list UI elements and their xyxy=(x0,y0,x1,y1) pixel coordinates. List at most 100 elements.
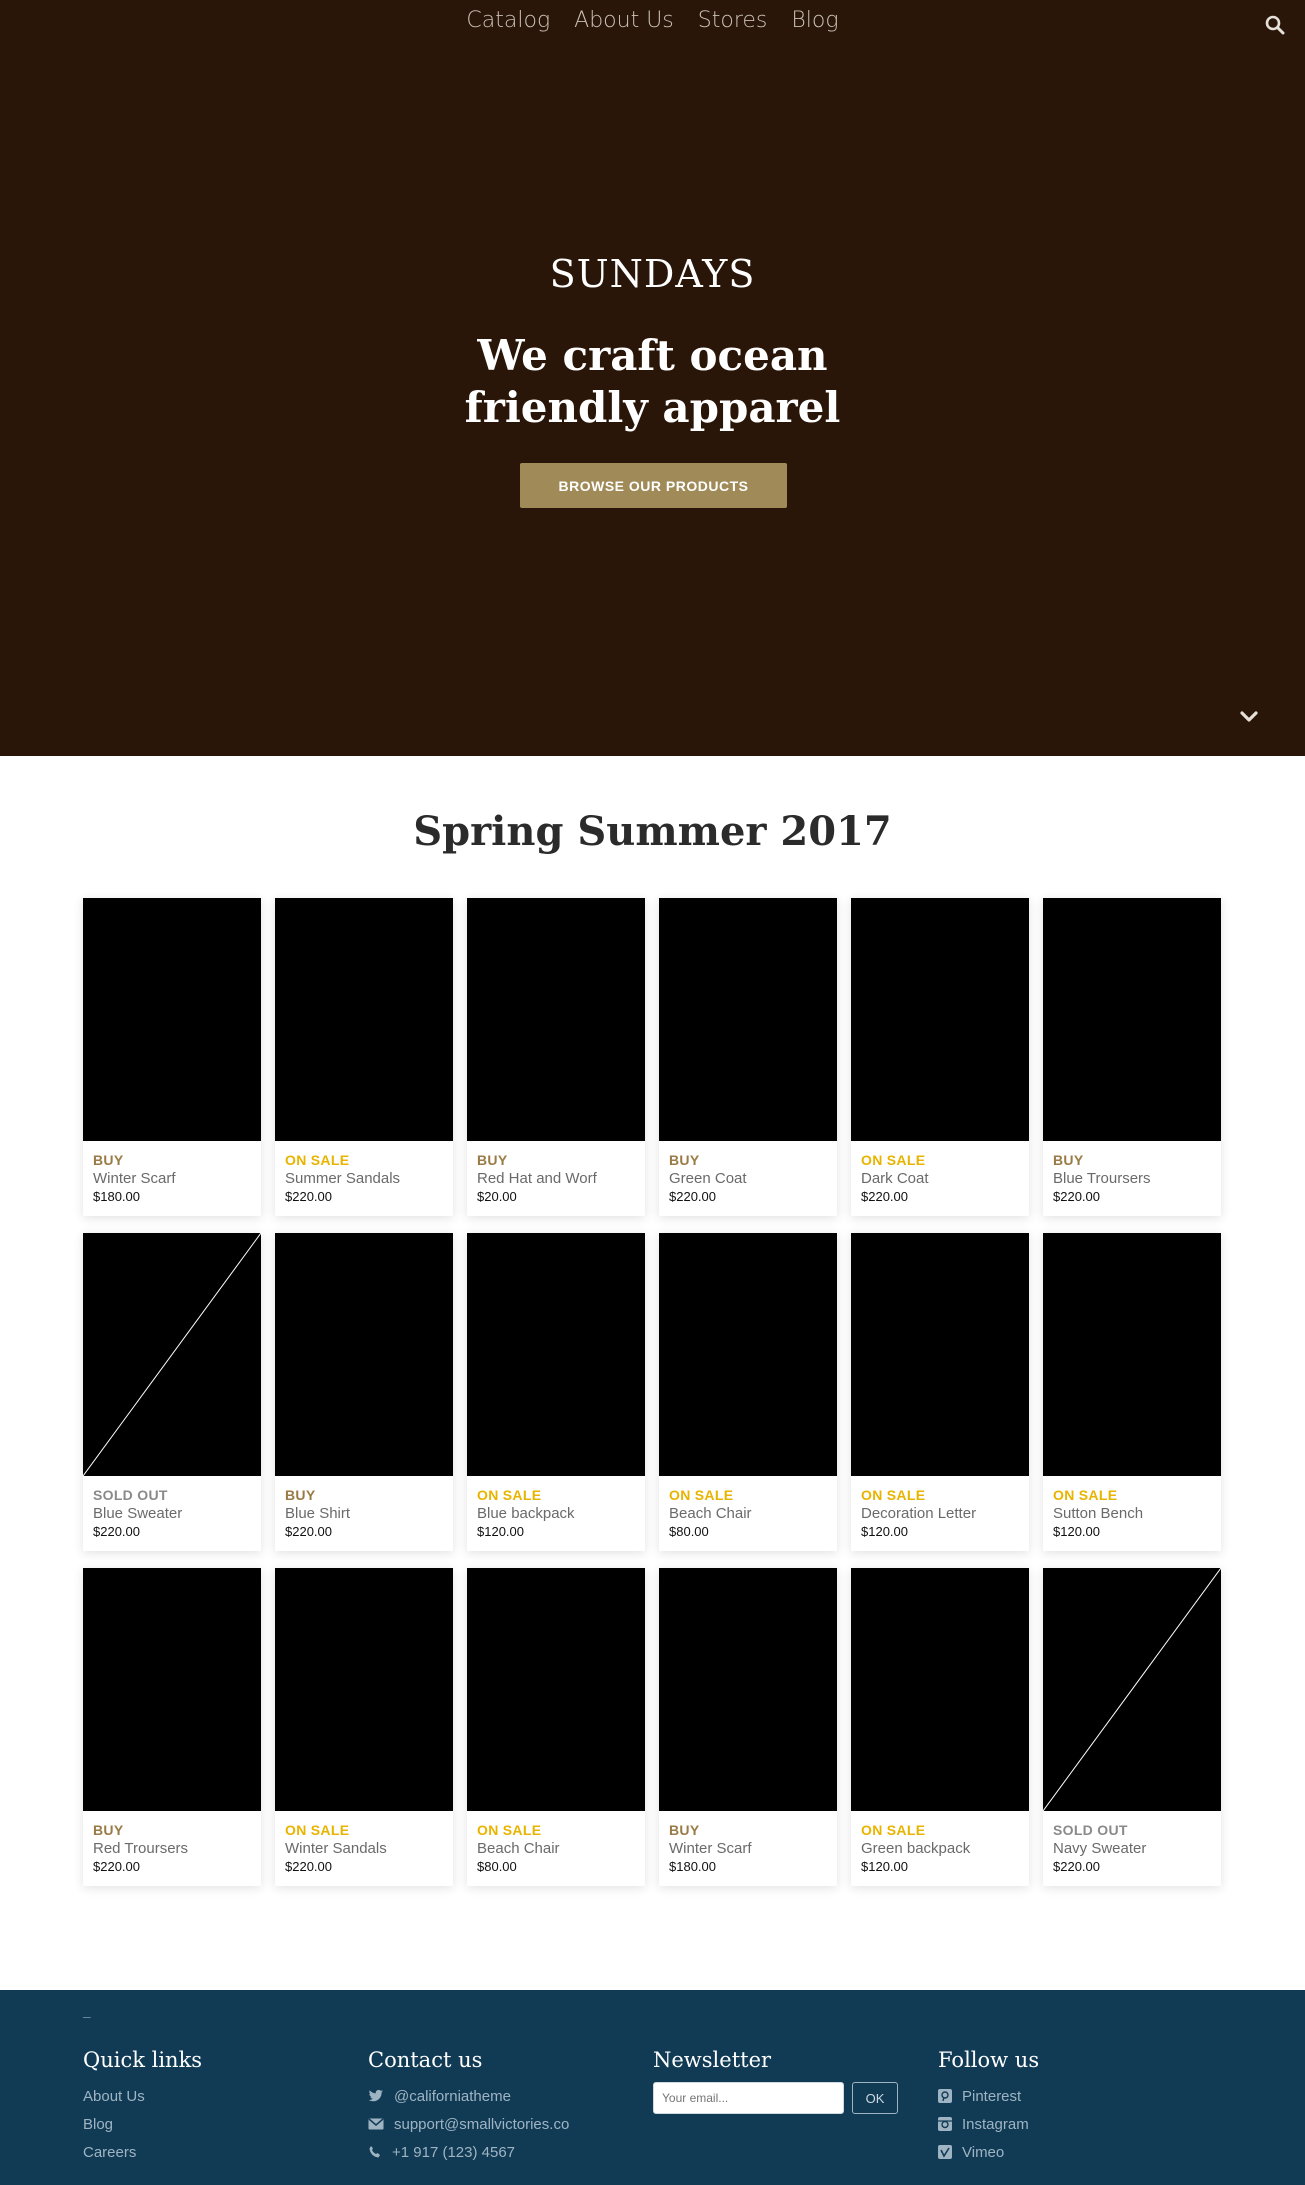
product-name[interactable]: Summer Sandals xyxy=(285,1170,400,1187)
product-status[interactable]: BUY xyxy=(93,1152,123,1168)
pinterest-label: Pinterest xyxy=(962,2087,1022,2105)
collection-title: Spring Summer 2017 xyxy=(413,808,892,855)
product-name[interactable]: Beach Chair xyxy=(669,1505,752,1522)
product-status[interactable]: BUY xyxy=(477,1152,507,1168)
product-status[interactable]: BUY xyxy=(93,1822,123,1838)
nav-blog[interactable]: Blog xyxy=(791,8,838,33)
product-price: $220.00 xyxy=(1053,1859,1100,1874)
product-image[interactable] xyxy=(275,1233,453,1476)
contact-twitter[interactable]: @californiatheme xyxy=(368,2082,569,2110)
product-name[interactable]: Dark Coat xyxy=(861,1170,929,1187)
product-image[interactable] xyxy=(275,898,453,1141)
product-card[interactable]: ON SALE Green backpack $120.00 xyxy=(851,1568,1029,1886)
product-image-placeholder[interactable] xyxy=(83,1233,261,1476)
nav-about-us[interactable]: About Us xyxy=(574,8,674,33)
product-card[interactable]: BUY Blue Shirt $220.00 xyxy=(275,1233,453,1551)
product-price: $120.00 xyxy=(1053,1524,1100,1539)
product-name[interactable]: Red Hat and Worf xyxy=(477,1170,597,1187)
footer-link-careers[interactable]: Careers xyxy=(83,2138,202,2166)
product-status[interactable]: ON SALE xyxy=(669,1487,733,1503)
newsletter-column: Newsletter OK xyxy=(653,2048,898,2114)
product-image[interactable] xyxy=(83,1568,261,1811)
product-name[interactable]: Red Troursers xyxy=(93,1840,188,1857)
nav-stores[interactable]: Stores xyxy=(698,8,768,33)
product-status[interactable]: ON SALE xyxy=(861,1822,925,1838)
product-status[interactable]: BUY xyxy=(285,1487,315,1503)
product-card[interactable]: ON SALE Decoration Letter $120.00 xyxy=(851,1233,1029,1551)
product-card[interactable]: ON SALE Summer Sandals $220.00 xyxy=(275,898,453,1216)
contact-email[interactable]: support@smallvictories.co xyxy=(368,2110,569,2138)
product-image[interactable] xyxy=(851,1233,1029,1476)
product-status[interactable]: BUY xyxy=(669,1152,699,1168)
follow-column: Follow us Pinterest Instagram Vimeo xyxy=(938,2048,1039,2166)
product-status[interactable]: BUY xyxy=(1053,1152,1083,1168)
product-card[interactable]: BUY Red Hat and Worf $20.00 xyxy=(467,898,645,1216)
product-name[interactable]: Winter Scarf xyxy=(93,1170,176,1187)
product-status[interactable]: ON SALE xyxy=(477,1822,541,1838)
product-card[interactable]: SOLD OUT Navy Sweater $220.00 xyxy=(1043,1568,1221,1886)
product-image[interactable] xyxy=(1043,1233,1221,1476)
product-status[interactable]: ON SALE xyxy=(1053,1487,1117,1503)
product-name[interactable]: Decoration Letter xyxy=(861,1505,976,1522)
product-card[interactable]: ON SALE Winter Sandals $220.00 xyxy=(275,1568,453,1886)
nav-catalog[interactable]: Catalog xyxy=(466,8,550,33)
product-card[interactable]: BUY Red Troursers $220.00 xyxy=(83,1568,261,1886)
product-status[interactable]: ON SALE xyxy=(861,1152,925,1168)
product-status[interactable]: ON SALE xyxy=(285,1152,349,1168)
product-image-placeholder[interactable] xyxy=(1043,1568,1221,1811)
product-name[interactable]: Beach Chair xyxy=(477,1840,560,1857)
newsletter-email-input[interactable] xyxy=(653,2082,844,2114)
product-card[interactable]: ON SALE Beach Chair $80.00 xyxy=(467,1568,645,1886)
product-name[interactable]: Blue Shirt xyxy=(285,1505,350,1522)
product-image[interactable] xyxy=(467,1568,645,1811)
product-card[interactable]: ON SALE Dark Coat $220.00 xyxy=(851,898,1029,1216)
phone-icon xyxy=(369,2146,380,2158)
product-card[interactable]: BUY Green Coat $220.00 xyxy=(659,898,837,1216)
product-name[interactable]: Blue Sweater xyxy=(93,1505,182,1522)
product-name[interactable]: Blue backpack xyxy=(477,1505,575,1522)
product-status[interactable]: ON SALE xyxy=(477,1487,541,1503)
product-status[interactable]: ON SALE xyxy=(861,1487,925,1503)
product-image[interactable] xyxy=(851,1568,1029,1811)
follow-pinterest[interactable]: Pinterest xyxy=(938,2082,1039,2110)
product-price: $220.00 xyxy=(669,1189,716,1204)
product-status[interactable]: SOLD OUT xyxy=(1053,1822,1128,1838)
main-nav: Catalog About Us Stores Blog xyxy=(0,8,1305,33)
product-image[interactable] xyxy=(659,1233,837,1476)
footer-link-blog[interactable]: Blog xyxy=(83,2110,202,2138)
product-name[interactable]: Winter Scarf xyxy=(669,1840,752,1857)
search-icon[interactable] xyxy=(1264,14,1286,36)
chevron-down-icon[interactable] xyxy=(1238,708,1260,726)
product-image[interactable] xyxy=(851,898,1029,1141)
footer-link-about-us[interactable]: About Us xyxy=(83,2082,202,2110)
product-image[interactable] xyxy=(467,1233,645,1476)
product-name[interactable]: Navy Sweater xyxy=(1053,1840,1146,1857)
product-image[interactable] xyxy=(83,898,261,1141)
product-image[interactable] xyxy=(467,898,645,1141)
contact-phone[interactable]: +1 917 (123) 4567 xyxy=(368,2138,569,2166)
product-name[interactable]: Green backpack xyxy=(861,1840,970,1857)
browse-products-button[interactable]: BROWSE OUR PRODUCTS xyxy=(520,463,787,508)
product-card[interactable]: ON SALE Beach Chair $80.00 xyxy=(659,1233,837,1551)
product-status[interactable]: BUY xyxy=(669,1822,699,1838)
product-status[interactable]: ON SALE xyxy=(285,1822,349,1838)
product-image[interactable] xyxy=(659,1568,837,1811)
product-name[interactable]: Blue Troursers xyxy=(1053,1170,1151,1187)
product-name[interactable]: Sutton Bench xyxy=(1053,1505,1143,1522)
product-card[interactable]: BUY Winter Scarf $180.00 xyxy=(83,898,261,1216)
product-image[interactable] xyxy=(659,898,837,1141)
product-image[interactable] xyxy=(1043,898,1221,1141)
product-card[interactable]: BUY Blue Troursers $220.00 xyxy=(1043,898,1221,1216)
product-card[interactable]: BUY Winter Scarf $180.00 xyxy=(659,1568,837,1886)
product-card[interactable]: ON SALE Sutton Bench $120.00 xyxy=(1043,1233,1221,1551)
follow-vimeo[interactable]: Vimeo xyxy=(938,2138,1039,2166)
product-image[interactable] xyxy=(275,1568,453,1811)
product-name[interactable]: Winter Sandals xyxy=(285,1840,387,1857)
newsletter-ok-button[interactable]: OK xyxy=(852,2082,898,2114)
product-card[interactable]: ON SALE Blue backpack $120.00 xyxy=(467,1233,645,1551)
product-name[interactable]: Green Coat xyxy=(669,1170,747,1187)
follow-instagram[interactable]: Instagram xyxy=(938,2110,1039,2138)
product-status[interactable]: SOLD OUT xyxy=(93,1487,168,1503)
product-card[interactable]: SOLD OUT Blue Sweater $220.00 xyxy=(83,1233,261,1551)
product-price: $220.00 xyxy=(861,1189,908,1204)
